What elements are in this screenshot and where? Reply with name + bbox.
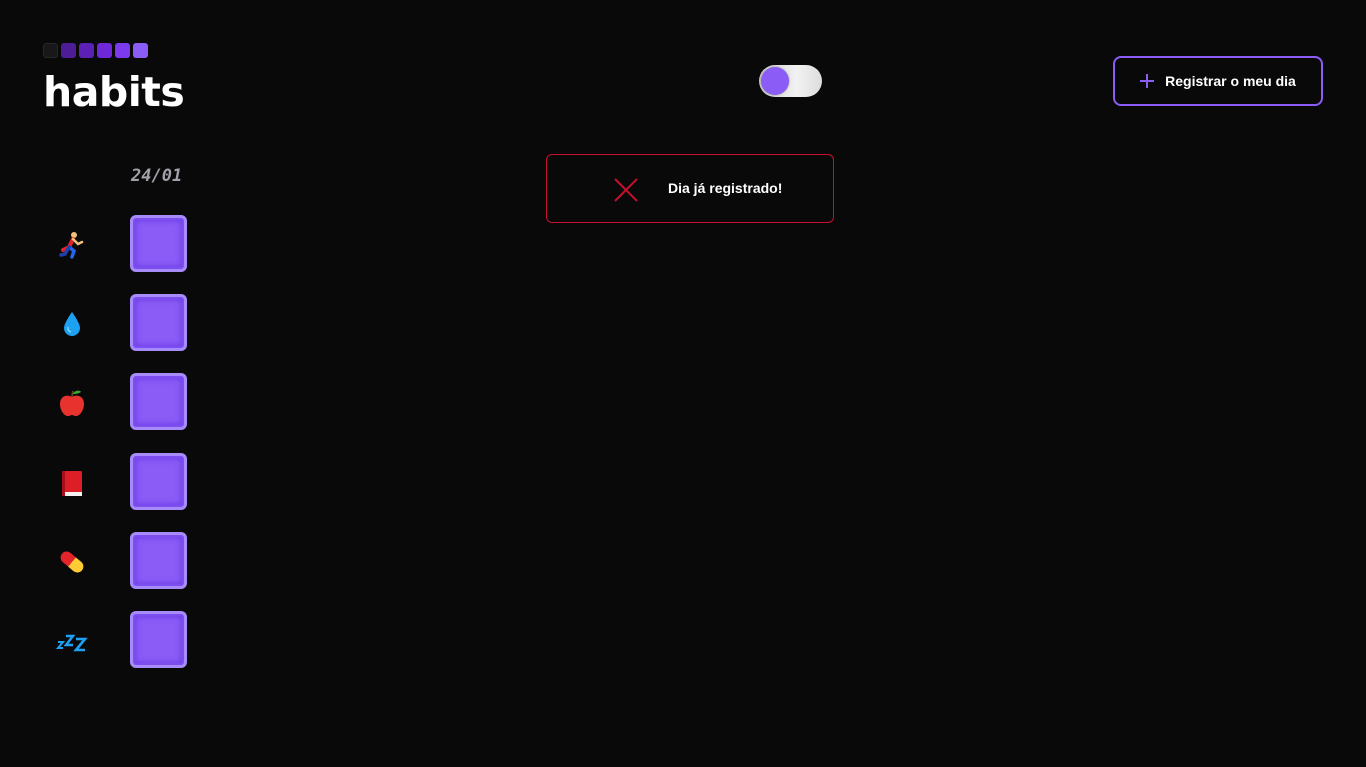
logo-square bbox=[97, 43, 112, 58]
sleep-icon bbox=[56, 625, 88, 657]
water-drop-icon bbox=[56, 308, 88, 340]
habit-row bbox=[0, 532, 200, 590]
plus-icon bbox=[1140, 74, 1155, 88]
logo-squares bbox=[43, 43, 148, 58]
habit-row bbox=[0, 611, 200, 669]
logo-square bbox=[43, 43, 58, 58]
habit-day-cell[interactable] bbox=[130, 215, 187, 272]
habit-day-cell[interactable] bbox=[130, 294, 187, 351]
theme-toggle[interactable] bbox=[759, 65, 822, 97]
logo-square bbox=[79, 43, 94, 58]
habit-row bbox=[0, 294, 200, 352]
book-icon bbox=[56, 467, 88, 499]
logo-square bbox=[133, 43, 148, 58]
app-logo-text: habits bbox=[43, 68, 185, 116]
logo-square bbox=[61, 43, 76, 58]
habit-row bbox=[0, 453, 200, 511]
running-icon bbox=[56, 229, 88, 261]
apple-icon bbox=[56, 387, 88, 419]
close-icon bbox=[614, 178, 638, 202]
error-toast: Dia já registrado! bbox=[546, 154, 834, 223]
habit-day-cell[interactable] bbox=[130, 453, 187, 510]
habit-day-cell[interactable] bbox=[130, 532, 187, 589]
logo-square bbox=[115, 43, 130, 58]
habit-day-cell[interactable] bbox=[130, 611, 187, 668]
habit-day-cell[interactable] bbox=[130, 373, 187, 430]
pill-icon bbox=[56, 546, 88, 578]
habit-row bbox=[0, 215, 200, 273]
app-page: habits Registrar o meu dia Dia já regist… bbox=[0, 0, 1366, 767]
toggle-knob bbox=[761, 67, 789, 95]
register-day-label: Registrar o meu dia bbox=[1165, 73, 1296, 89]
habit-row bbox=[0, 373, 200, 431]
toast-message: Dia já registrado! bbox=[668, 180, 783, 196]
date-column-header: 24/01 bbox=[131, 166, 183, 186]
register-day-button[interactable]: Registrar o meu dia bbox=[1113, 56, 1323, 106]
